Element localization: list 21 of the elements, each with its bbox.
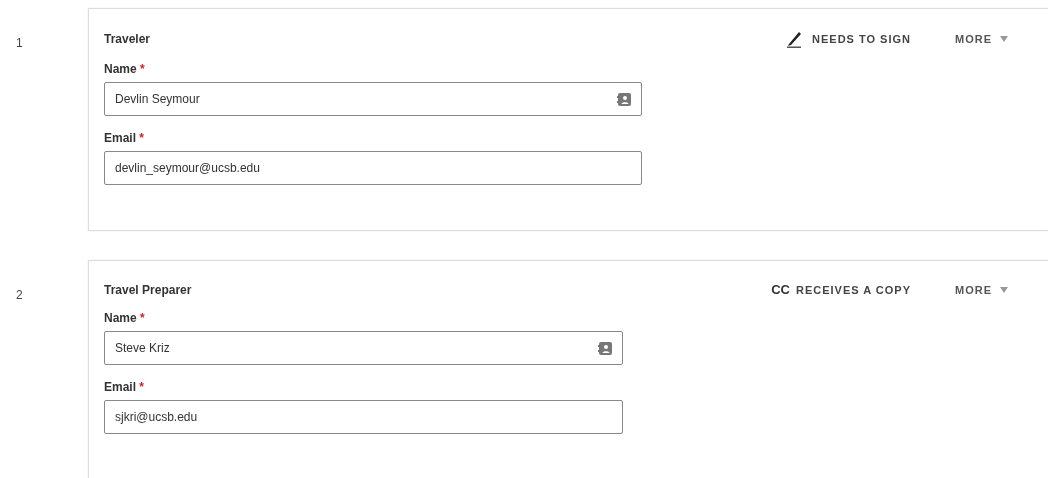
field-label: Email * bbox=[104, 131, 146, 145]
cc-label: CC bbox=[771, 282, 790, 297]
input-field[interactable]: Steve Kriz bbox=[104, 331, 623, 365]
more-menu[interactable]: MORE bbox=[955, 283, 1008, 296]
recipient-role: Traveler bbox=[104, 32, 152, 46]
recipient-number: 1 bbox=[16, 36, 23, 50]
contact-card-icon[interactable] bbox=[598, 341, 612, 355]
input-field[interactable]: sjkri@ucsb.edu bbox=[104, 400, 623, 434]
caret-icon bbox=[1000, 36, 1008, 42]
field-label: Name * bbox=[104, 62, 146, 76]
recipient-number: 2 bbox=[16, 288, 23, 302]
more-menu[interactable]: MORE bbox=[955, 33, 1008, 45]
input-field[interactable]: devlin_seymour@ucsb.edu bbox=[104, 151, 642, 185]
caret-icon bbox=[1000, 286, 1008, 293]
action-label: RECEIVES A COPY bbox=[795, 283, 911, 296]
contact-card-icon[interactable] bbox=[617, 92, 631, 106]
action-label: NEEDS TO SIGN bbox=[812, 33, 911, 45]
recipient-role: Travel Preparer bbox=[104, 282, 193, 297]
input-field[interactable]: Devlin Seymour bbox=[104, 82, 642, 116]
field-label: Email * bbox=[104, 380, 146, 394]
field-label: Name * bbox=[104, 311, 146, 325]
